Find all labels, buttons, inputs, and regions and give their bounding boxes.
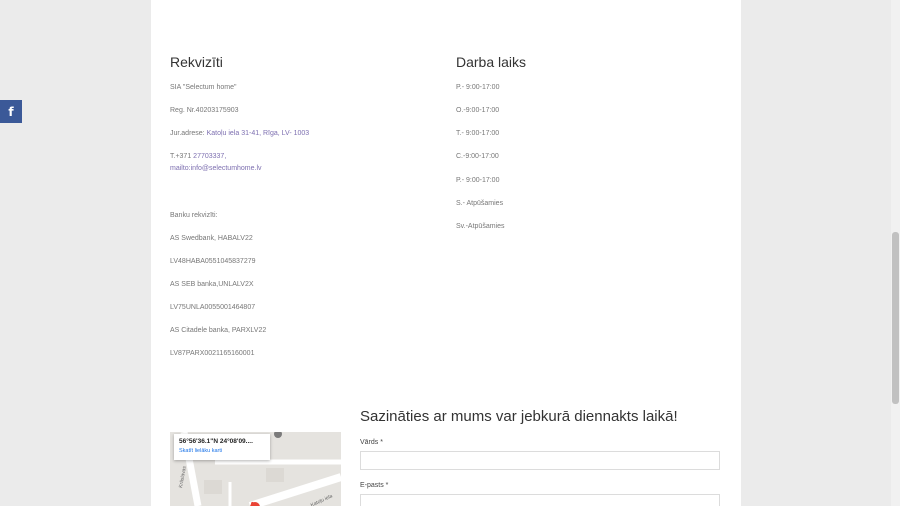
page-scrollbar[interactable] (891, 0, 900, 506)
bank-line: LV48HABA0551045837279 (170, 258, 256, 265)
contact-form-title: Sazināties ar mums var jebkurā diennakts… (360, 408, 678, 425)
bank-details-title: Banku rekvizīti: (170, 212, 218, 219)
scrollbar-thumb[interactable] (892, 232, 899, 404)
hours-line: T.- 9:00-17:00 (456, 130, 500, 137)
map-coordinates: 56°56'36.1"N 24°08'09.... (179, 438, 253, 445)
legal-address: Jur.adrese: Katoļu iela 31-41, Rīga, LV-… (170, 130, 309, 137)
name-input[interactable] (360, 451, 720, 470)
email-input[interactable] (360, 494, 720, 506)
hours-line: O.-9:00-17:00 (456, 107, 500, 114)
bank-line: LV75UNLA0055001464807 (170, 304, 256, 311)
hours-line: S.- Atpūšamies (456, 200, 504, 207)
facebook-icon: f (8, 104, 14, 119)
email-label: E-pasts * (360, 482, 389, 489)
google-map[interactable]: Krāslavas Katoļu iela 56°56'36.1"N 24°08… (170, 432, 341, 506)
hours-line: P.- 9:00-17:00 (456, 84, 500, 91)
reg-number: Reg. Nr.40203175903 (170, 107, 239, 114)
content-panel (151, 0, 741, 506)
email-link[interactable]: mailto:info@selectumhome.lv (170, 165, 262, 172)
hours-line: Sv.-Atpūšamies (456, 223, 505, 230)
phone-line: T.+371 27703337, (170, 153, 226, 160)
legal-address-link[interactable]: Katoļu iela 31-41, Rīga, LV- 1003 (207, 130, 310, 137)
map-info-card: 56°56'36.1"N 24°08'09.... Skatīt lielāku… (174, 434, 270, 460)
hours-line: P.- 9:00-17:00 (456, 177, 500, 184)
phone-link[interactable]: 27703337, (193, 153, 226, 160)
facebook-share-button[interactable]: f (0, 100, 22, 123)
hours-line: C.-9:00-17:00 (456, 153, 499, 160)
page: f Rekvizīti SIA "Selectum home" Reg. Nr.… (0, 0, 900, 506)
bank-line: LV87PARX0021165160001 (170, 350, 255, 357)
view-larger-map-link[interactable]: Skatīt lielāku karti (179, 448, 265, 454)
bank-line: AS Swedbank, HABALV22 (170, 235, 253, 242)
name-label: Vārds * (360, 439, 383, 446)
company-name: SIA "Selectum home" (170, 84, 237, 91)
bank-line: AS Citadele banka, PARXLV22 (170, 327, 267, 334)
phone-label: T.+371 (170, 153, 194, 160)
working-hours-title: Darba laiks (456, 54, 527, 70)
legal-address-label: Jur.adrese: (170, 130, 207, 137)
bank-line: AS SEB banka,UNLALV2X (170, 281, 254, 288)
rekviziti-title: Rekvizīti (170, 54, 223, 70)
